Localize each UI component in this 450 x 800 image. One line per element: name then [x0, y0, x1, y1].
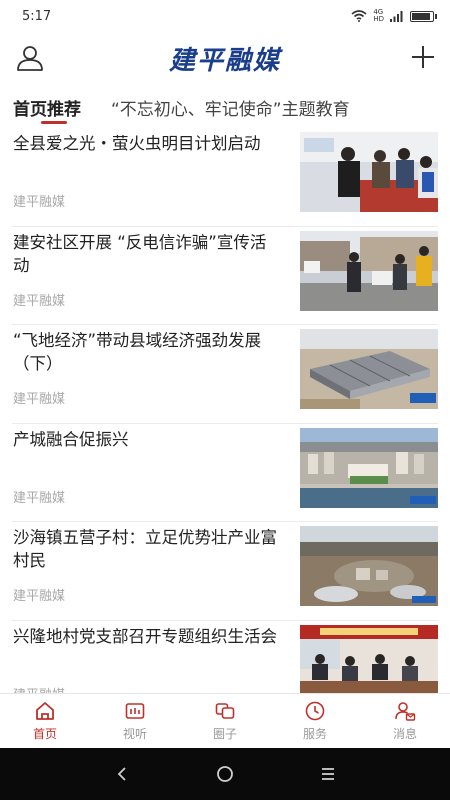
nav-messages-label: 消息	[392, 727, 417, 741]
news-source: 建平融媒	[13, 293, 66, 309]
news-title: 全县爱之光・萤火虫明目计划启动	[13, 134, 261, 153]
tab-theme-education[interactable]: “不忘初心、牢记使命”主题教育	[111, 88, 350, 128]
news-source: 建平融媒	[13, 195, 66, 210]
news-thumbnail-image	[300, 329, 438, 409]
tv-icon	[125, 703, 145, 719]
signal-icon	[390, 11, 403, 22]
app-header: 建平融媒	[0, 32, 450, 84]
nav-circle[interactable]: 圈子	[180, 694, 270, 748]
news-source: 建平融媒	[13, 392, 66, 407]
news-thumbnail-image	[300, 526, 438, 606]
bottom-nav: 首页 视听 圈子 服务 消息	[0, 693, 450, 748]
news-title: “飞地经济”带动县域经济强劲发展（下）	[13, 331, 262, 373]
back-button[interactable]	[109, 761, 135, 787]
news-list: 全县爱之光・萤火虫明目计划启动 建平融媒 建安社区开展 “反电信诈骗”宣传活动 …	[0, 128, 450, 693]
news-thumbnail-image	[300, 624, 438, 693]
person-message-icon	[395, 702, 416, 721]
channel-tab-bar: 首页推荐 “不忘初心、牢记使命”主题教育	[0, 88, 450, 128]
user-profile-icon[interactable]	[16, 44, 44, 72]
news-title: 兴隆地村党支部召开专题组织生活会	[13, 626, 277, 646]
menu-lines-icon	[322, 768, 335, 780]
news-thumbnail-image	[300, 132, 438, 212]
circle-chat-icon	[215, 703, 235, 719]
news-source: 建平融媒	[13, 589, 66, 604]
network-type: 4G HD	[373, 9, 384, 23]
news-item[interactable]: 兴隆地村党支部召开专题组织生活会 建平融媒	[12, 621, 438, 694]
news-title: 产城融合促振兴	[13, 429, 129, 449]
home-icon	[36, 702, 54, 720]
news-thumbnail-image	[300, 230, 438, 311]
news-item[interactable]: 建安社区开展 “反电信诈骗”宣传活动 建平融媒	[12, 227, 438, 325]
home-button[interactable]	[212, 761, 238, 787]
news-source: 建平融媒	[13, 490, 66, 506]
nav-audiovisual-label: 视听	[122, 727, 147, 741]
network-hd: HD	[373, 15, 384, 23]
news-title: 沙海镇五营子村：立足优势壮产业富村民	[13, 528, 277, 570]
news-item[interactable]: 全县爱之光・萤火虫明目计划启动 建平融媒	[12, 128, 438, 227]
news-thumbnail-image	[300, 427, 438, 508]
add-plus-icon[interactable]	[410, 44, 436, 70]
tab-home-recommend[interactable]: 首页推荐	[13, 88, 81, 128]
nav-messages[interactable]: 消息	[360, 694, 450, 748]
nav-service[interactable]: 服务	[270, 694, 360, 748]
back-chevron-icon	[117, 767, 126, 781]
battery-icon	[410, 10, 437, 22]
home-circle-icon	[217, 766, 233, 782]
recents-button[interactable]	[315, 761, 341, 787]
nav-circle-label: 圈子	[212, 727, 237, 741]
status-icons: 4G HD	[351, 9, 437, 23]
nav-home[interactable]: 首页	[0, 694, 90, 748]
app-logo-title: 建平融媒	[168, 45, 281, 76]
nav-service-label: 服务	[302, 727, 327, 741]
news-item[interactable]: “飞地经济”带动县域经济强劲发展（下） 建平融媒	[12, 325, 438, 424]
news-item[interactable]: 沙海镇五营子村：立足优势壮产业富村民 建平融媒	[12, 522, 438, 621]
wifi-icon	[351, 10, 367, 22]
news-source: 建平融媒	[13, 684, 65, 694]
clock-icon	[305, 701, 325, 721]
status-bar: 5:17 4G HD	[0, 0, 450, 32]
status-time: 5:17	[22, 8, 52, 24]
news-item[interactable]: 产城融合促振兴 建平融媒	[12, 424, 438, 522]
system-nav-bar	[0, 748, 450, 800]
news-title: 建安社区开展 “反电信诈骗”宣传活动	[13, 232, 267, 275]
nav-home-label: 首页	[32, 727, 57, 741]
nav-audiovisual[interactable]: 视听	[90, 694, 180, 748]
